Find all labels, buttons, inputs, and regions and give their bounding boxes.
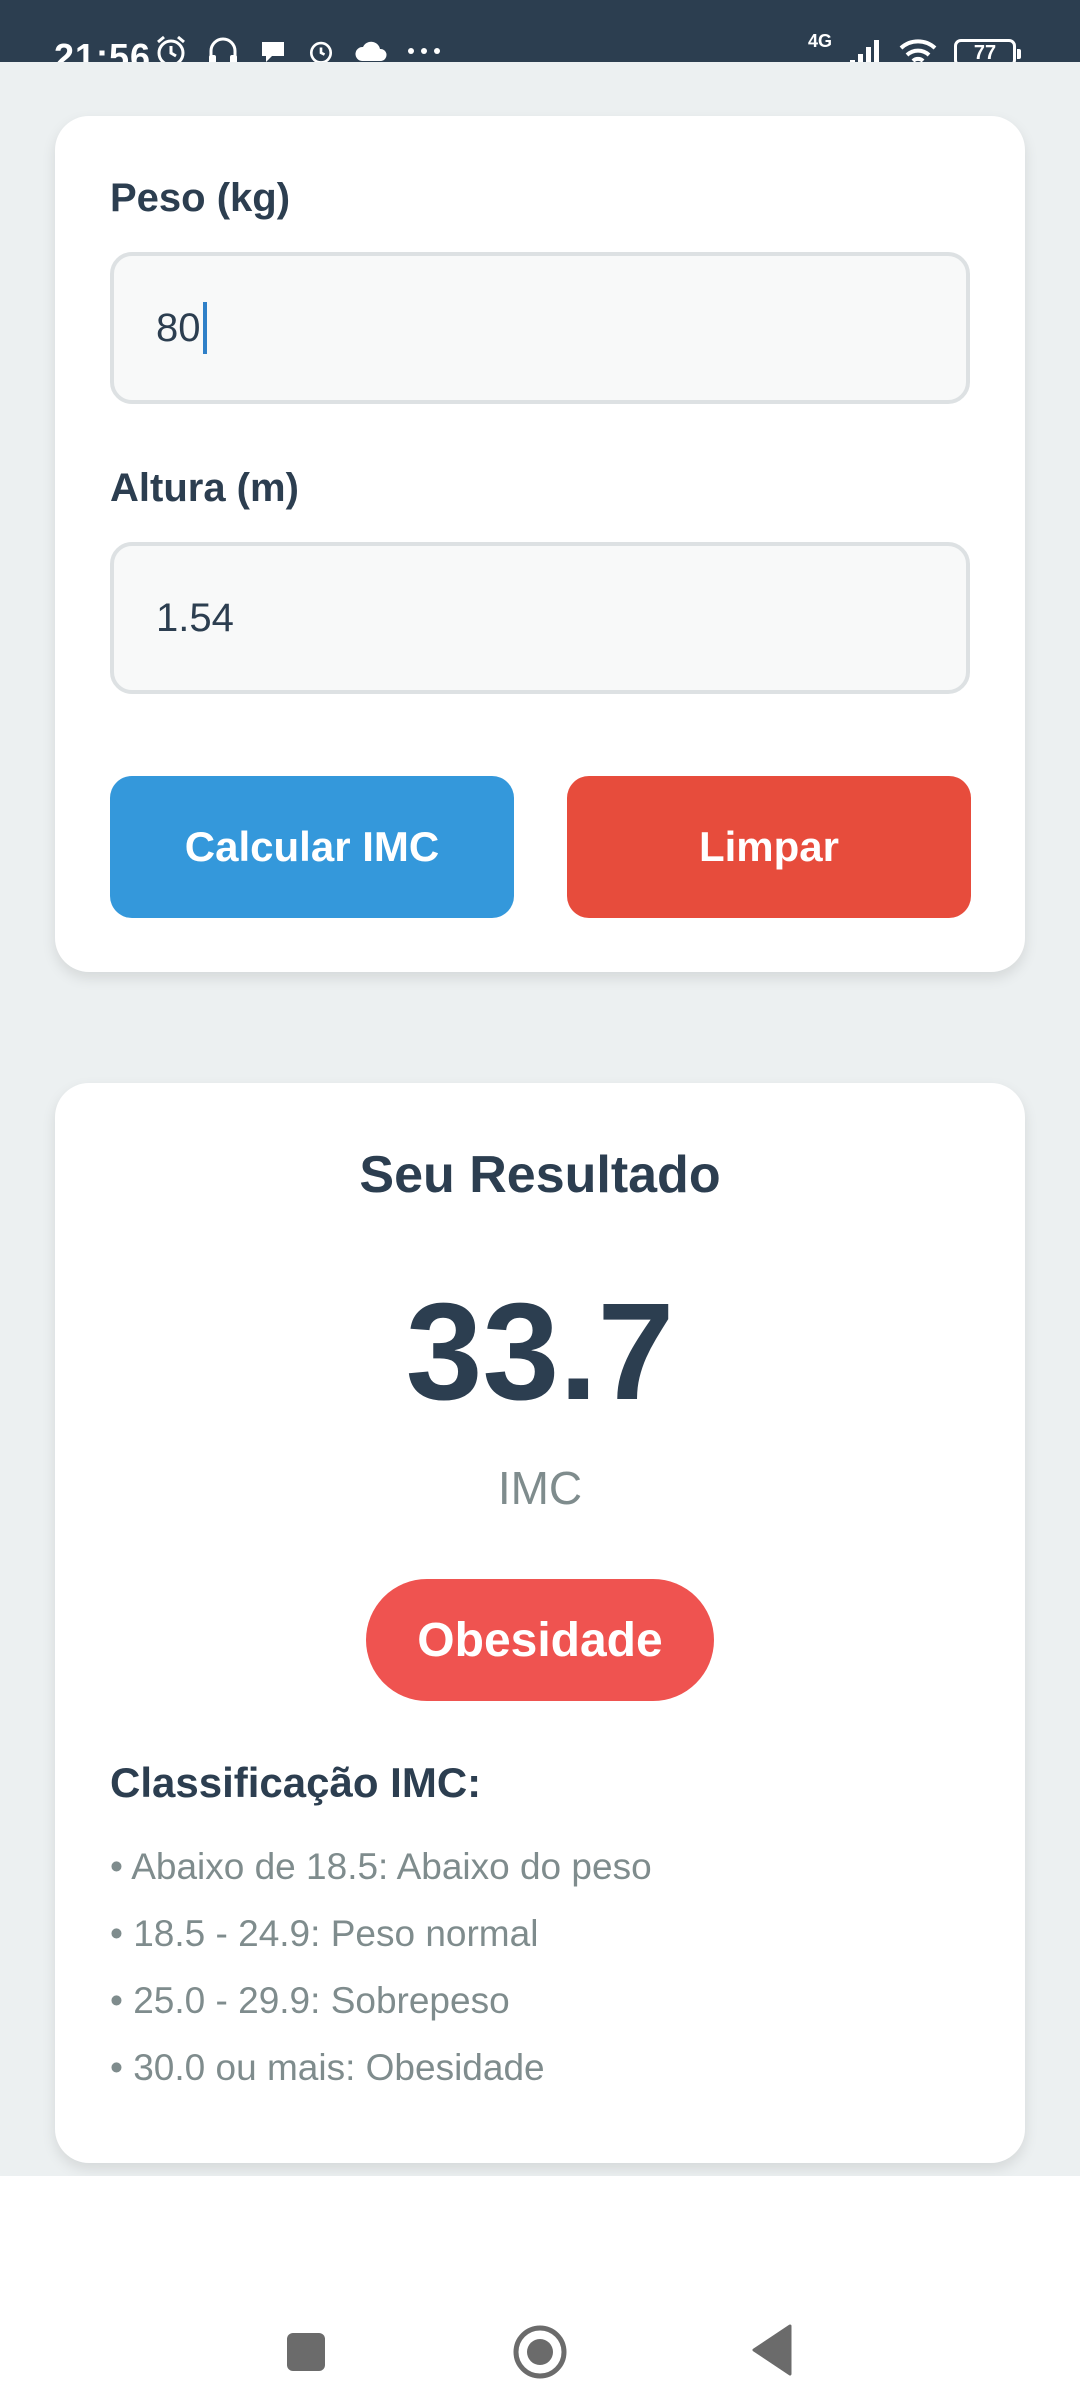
system-icons: 4G 77 — [808, 31, 1021, 63]
height-label: Altura (m) — [110, 466, 299, 510]
wifi-icon — [899, 39, 937, 62]
more-icon — [408, 48, 440, 54]
classification-item: • 30.0 ou mais: Obesidade — [110, 2047, 545, 2088]
alarm-icon — [309, 41, 333, 62]
clear-button[interactable]: Limpar — [567, 776, 971, 918]
input-card: Peso (kg) 80 Altura (m) 1.54 Calcular IM… — [55, 116, 1025, 972]
headphones-icon — [209, 37, 237, 62]
classification-list: • Abaixo de 18.5: Abaixo do peso • 18.5 … — [110, 1841, 652, 2109]
bmi-value: 33.7 — [405, 1275, 675, 1429]
alarm-icon — [157, 35, 185, 62]
notification-icons — [154, 34, 442, 62]
text-cursor — [202, 302, 207, 354]
result-card: Seu Resultado 33.7 IMC Obesidade Classif… — [55, 1083, 1025, 2163]
battery-level: 77 — [973, 41, 997, 63]
weight-label: Peso (kg) — [110, 176, 291, 220]
calculate-button[interactable]: Calcular IMC — [110, 776, 514, 918]
battery-icon: 77 — [954, 39, 1021, 63]
chat-icon — [262, 42, 284, 62]
category-badge: Obesidade — [366, 1579, 714, 1701]
weight-input[interactable]: 80 — [110, 252, 970, 404]
bmi-unit: IMC — [497, 1462, 583, 1514]
back-triangle-icon[interactable] — [752, 2324, 792, 2376]
classification-heading: Classificação IMC: — [110, 1759, 482, 1806]
status-time: 21:56 — [54, 36, 152, 62]
weight-value: 80 — [156, 305, 201, 350]
classification-item: • Abaixo de 18.5: Abaixo do peso — [110, 1846, 652, 1887]
status-bar: 21:56 4G 77 — [0, 0, 1080, 62]
result-title: Seu Resultado — [359, 1146, 721, 1204]
signal-icon — [850, 40, 879, 62]
height-input[interactable]: 1.54 — [110, 542, 970, 694]
cloud-icon — [355, 41, 387, 61]
classification-item: • 18.5 - 24.9: Peso normal — [110, 1913, 539, 1954]
navigation-bar — [0, 2176, 1080, 2400]
recents-square-icon[interactable] — [287, 2333, 325, 2371]
network-type: 4G — [807, 30, 832, 51]
height-value: 1.54 — [156, 595, 234, 640]
classification-item: • 25.0 - 29.9: Sobrepeso — [110, 1980, 510, 2021]
home-circle-icon[interactable] — [512, 2324, 568, 2380]
